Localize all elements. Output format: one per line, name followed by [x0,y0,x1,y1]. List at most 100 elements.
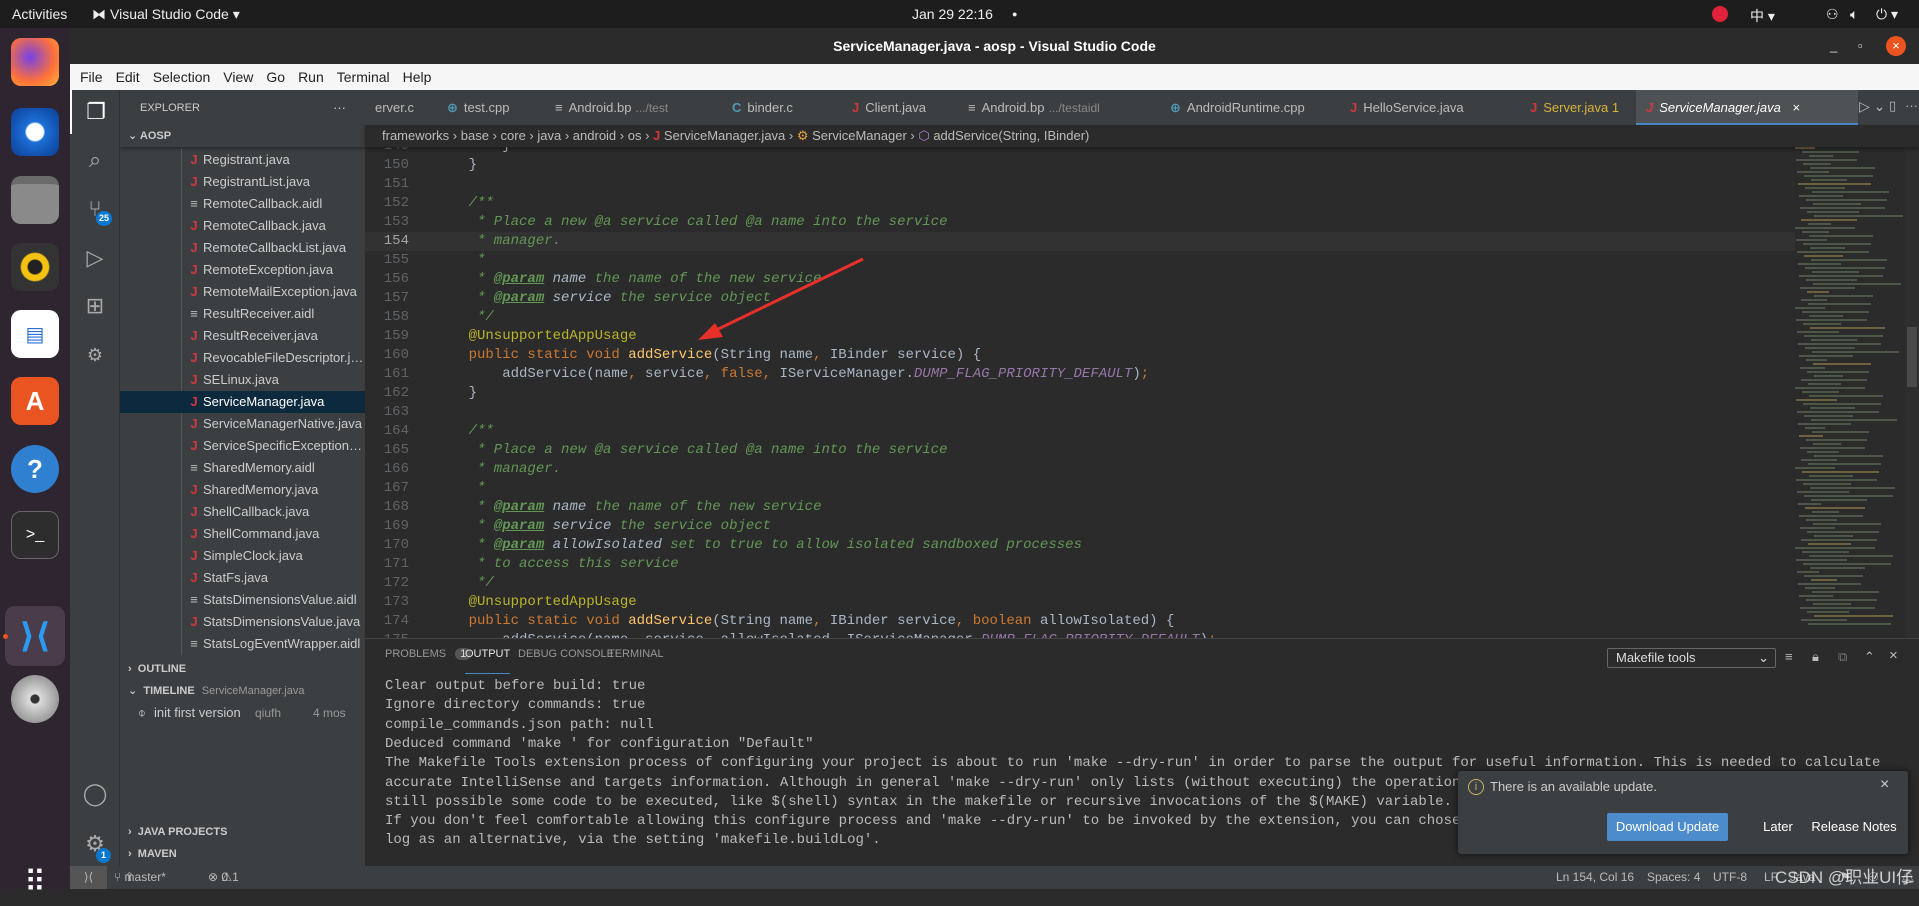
file-item[interactable]: J ShellCallback.java [120,501,365,523]
file-item[interactable]: ≡ SharedMemory.aidl [120,457,365,479]
input-method[interactable]: 中 ▾ [1750,6,1775,26]
encoding[interactable]: UTF-8 [1713,866,1747,889]
file-item[interactable]: J RemoteCallback.java [120,215,365,237]
indentation[interactable]: Spaces: 4 [1647,866,1700,889]
vscode-dock-item[interactable]: ⟩⟨ [5,606,65,666]
tab-server-java-1[interactable]: J Server.java 1 [1520,90,1636,125]
tab-android-bp[interactable]: ≡ Android.bp .../testaidl [958,90,1160,125]
tab-androidruntime-cpp[interactable]: ⊕ AndroidRuntime.cpp [1160,90,1340,125]
file-item[interactable]: J SimpleClock.java [120,545,365,567]
rhythmbox-icon[interactable] [11,243,59,291]
close-notification-icon[interactable]: × [1880,776,1889,794]
scrollbar-thumb[interactable] [1907,327,1917,387]
lock-scroll-icon[interactable]: 🔒︎ [1812,649,1819,665]
breadcrumb-item[interactable]: base [461,128,489,143]
aosp-folder-header[interactable]: ⌄ AOSP [120,125,365,147]
menu-edit[interactable]: Edit [116,64,140,90]
file-item[interactable]: J ResultReceiver.java [120,325,365,347]
help-icon[interactable]: ? [11,445,59,493]
breadcrumb-item[interactable]: core [501,128,526,143]
code-editor[interactable]: 149 }150 }151152 /**153 * Place a new @a… [365,147,1919,638]
do-not-disturb-icon[interactable] [1712,6,1728,22]
file-item[interactable]: ≡ StatsLogEventWrapper.aidl [120,633,365,655]
accounts-icon[interactable]: ◯ [70,772,120,816]
later-button[interactable]: Later [1748,813,1808,841]
file-item[interactable]: J StatsDimensionsValue.java [120,611,365,633]
java-projects-section[interactable]: › JAVA PROJECTS [120,821,365,843]
file-item[interactable]: J ServiceManager.java [120,391,365,413]
file-item[interactable]: J RemoteMailException.java [120,281,365,303]
file-item[interactable]: ≡ RemoteCallback.aidl [120,193,365,215]
tab-erver-c[interactable]: erver.c [365,90,437,125]
firefox-icon[interactable] [11,38,59,86]
menu-view[interactable]: View [223,64,253,90]
activities-button[interactable]: Activities [12,6,67,22]
outline-section[interactable]: › OUTLINE [120,658,365,680]
timeline-entry[interactable]: ⌽ init first version qiufh 4 mos [120,702,365,724]
show-applications-icon[interactable]: ⠿ [11,858,59,906]
file-item[interactable]: J ServiceManagerNative.java [120,413,365,435]
settings-gear-icon[interactable]: ⚙ 1 [70,822,120,866]
tab-terminal[interactable]: TERMINAL [608,648,664,674]
file-item[interactable]: J Registrant.java [120,149,365,171]
thunderbird-icon[interactable] [11,108,59,156]
clear-output-icon[interactable]: ≡ [1785,649,1793,664]
file-item[interactable]: J RegistrantList.java [120,171,365,193]
file-item[interactable]: J SharedMemory.java [120,479,365,501]
dvd-icon[interactable] [11,675,59,723]
minimize-button[interactable]: _ [1830,28,1837,64]
file-item[interactable]: J ServiceSpecificException.java [120,435,365,457]
power-icon[interactable]: ⏻ ▾ [1876,6,1898,23]
release-notes-button[interactable]: Release Notes [1809,813,1899,841]
breadcrumb-item[interactable]: frameworks [382,128,449,143]
breadcrumb-item[interactable]: os [628,128,642,143]
close-tab-icon[interactable]: × [1789,100,1800,115]
tab-servicemanager-java[interactable]: J ServiceManager.java × [1636,90,1858,125]
tab-problems[interactable]: PROBLEMS 1 [385,648,472,674]
tab-android-bp[interactable]: ≡ Android.bp .../test [545,90,722,125]
writer-icon[interactable]: ▤ [11,310,59,358]
run-icon[interactable]: ▷ ⌄ [1859,98,1885,115]
clock[interactable]: Jan 29 22:16 [912,6,993,22]
close-window-button[interactable]: × [1886,36,1906,56]
file-item[interactable]: J StatFs.java [120,567,365,589]
breadcrumb-item[interactable]: ServiceManager.java [664,128,785,143]
menu-run[interactable]: Run [298,64,324,90]
menu-terminal[interactable]: Terminal [337,64,390,90]
tab-test-cpp[interactable]: ⊕ test.cpp [437,90,545,125]
cmake-tools-icon[interactable]: ⚙ [70,333,120,377]
editor-scrollbar[interactable] [1905,147,1919,638]
volume-icon[interactable]: 🔈︎ [1850,6,1858,23]
network-icon[interactable]: ⚇ [1826,6,1839,23]
tab-output[interactable]: OUTPUT [465,648,511,674]
output-channel-select[interactable]: Makefile tools ⌄ [1607,648,1776,668]
maximize-button[interactable]: ▫ [1858,28,1863,64]
minimap[interactable] [1795,147,1905,638]
maximize-panel-icon[interactable]: ⌃ [1864,649,1875,665]
file-item[interactable]: J ShellCommand.java [120,523,365,545]
breadcrumb-item[interactable]: android [573,128,616,143]
timeline-section[interactable]: ⌄ TIMELINE ServiceManager.java [120,680,365,702]
tab-binder-c[interactable]: Cbinder.c [722,90,842,125]
menu-selection[interactable]: Selection [153,64,211,90]
file-item[interactable]: ≡ StatsDimensionsValue.aidl [120,589,365,611]
breadcrumb-item[interactable]: addService(String, IBinder) [933,128,1089,143]
cursor-position[interactable]: Ln 154, Col 16 [1556,866,1634,889]
breadcrumb-item[interactable]: ServiceManager [812,128,907,143]
app-menu[interactable]: Visual Studio Code ▾ [110,6,240,23]
file-item[interactable]: J SELinux.java [120,369,365,391]
tab-client-java[interactable]: J Client.java [842,90,958,125]
more-actions-icon[interactable]: ··· [333,97,346,119]
breadcrumb-item[interactable]: java [537,128,561,143]
remote-button[interactable]: ⟩⟨ [70,866,107,889]
menu-help[interactable]: Help [403,64,432,90]
source-control-icon[interactable]: ⑂ 25 [70,187,120,231]
file-item[interactable]: J RevocableFileDescriptor.java [120,347,365,369]
run-debug-icon[interactable]: ▷ [70,236,120,280]
tab-debug-console[interactable]: DEBUG CONSOLE [518,648,614,674]
close-panel-icon[interactable]: × [1889,647,1898,664]
search-icon[interactable]: ⌕ [70,138,120,182]
more-tab-actions-icon[interactable]: ··· [1905,98,1918,113]
files-icon[interactable] [11,176,59,224]
branch-item[interactable]: ⑂ master* ⇧ [114,866,166,889]
